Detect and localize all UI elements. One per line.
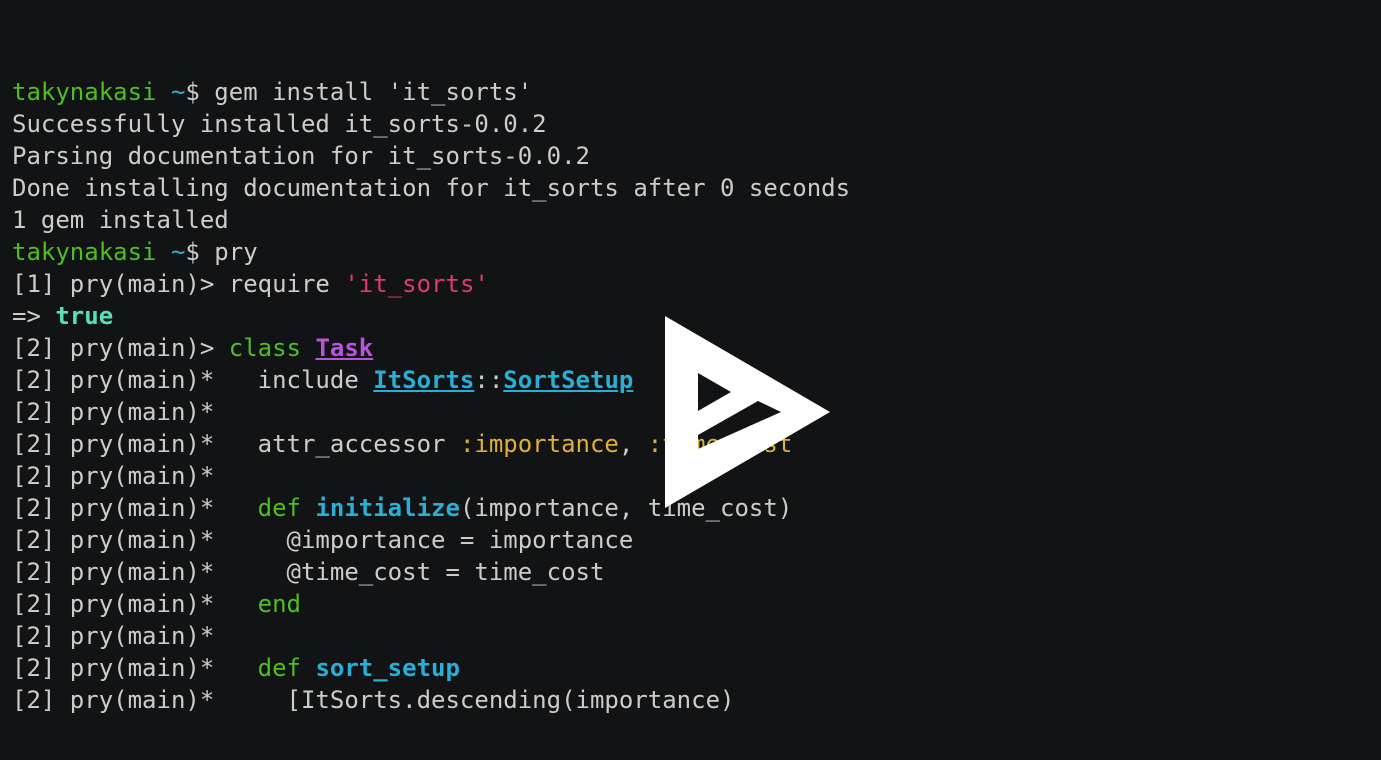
terminal-text-segment: class [228,334,316,362]
terminal-text-segment: takynakasi [12,78,171,106]
terminal-text-segment: Task [315,334,374,362]
terminal-text-segment: :: [474,366,504,394]
terminal-line: [2] pry(main)* [12,620,1381,652]
terminal-text-segment: [2] pry(main)* @importance = importance [12,526,634,554]
terminal-text-segment: [2] pry(main)* [12,462,215,490]
terminal-text-segment: [2] pry(main)* [12,590,258,618]
terminal-text-segment: takynakasi [12,238,171,266]
terminal-line: [2] pry(main)* [ItSorts.descending(impor… [12,684,1381,716]
terminal-text-segment: sort_setup [315,654,460,682]
terminal-text-segment: true [55,302,114,330]
terminal-text-segment: end [257,590,301,618]
terminal-text-segment: 'it_sorts' [344,270,489,298]
terminal-text-segment: ~ [170,78,186,106]
terminal-text-segment: def [257,494,316,522]
terminal-text-segment: def [257,654,316,682]
terminal-line: Parsing documentation for it_sorts-0.0.2 [12,140,1381,172]
terminal-text-segment: [2] pry(main)* [12,398,215,426]
terminal-text-segment: [2] pry(main)* [12,622,215,650]
terminal-text-segment: => [12,302,56,330]
terminal-text-segment: [2] pry(main)> [12,334,229,362]
terminal-line: takynakasi ~$ gem install 'it_sorts' [12,76,1381,108]
terminal-text-segment: ~ [170,238,186,266]
play-button[interactable] [607,284,830,508]
terminal-line: [2] pry(main)* end [12,588,1381,620]
terminal-text-segment: [2] pry(main)* [ItSorts.descending(impor… [12,686,735,714]
terminal-text-segment: :importance [459,430,619,458]
terminal-text-segment: [2] pry(main)* include [12,366,374,394]
terminal-text-segment: Successfully installed it_sorts-0.0.2 [12,110,547,138]
terminal-text-segment: [1] pry(main)> require [12,270,345,298]
terminal-text-segment: 1 gem installed [12,206,229,234]
terminal-line: Successfully installed it_sorts-0.0.2 [12,108,1381,140]
terminal-screen: takynakasi ~$ gem install 'it_sorts' Succ… [0,0,1381,760]
terminal-line: 1 gem installed [12,204,1381,236]
terminal-text-segment: [2] pry(main)* @time_cost = time_cost [12,558,605,586]
terminal-text-segment: initialize [315,494,460,522]
terminal-text-segment: [2] pry(main)* attr_accessor [12,430,460,458]
terminal-text-segment: [2] pry(main)* [12,494,258,522]
terminal-line: Done installing documentation for it_sor… [12,172,1381,204]
terminal-text-segment: $ gem install 'it_sorts' [185,78,533,106]
terminal-text-segment: ItSorts [373,366,475,394]
terminal-text-segment: Parsing documentation for it_sorts-0.0.2 [12,142,590,170]
terminal-line: takynakasi ~$ pry [12,236,1381,268]
terminal-text-segment: $ pry [185,238,258,266]
terminal-line: [2] pry(main)* @importance = importance [12,524,1381,556]
terminal-line: [2] pry(main)* @time_cost = time_cost [12,556,1381,588]
terminal-line: [2] pry(main)* def sort_setup [12,652,1381,684]
terminal-text-segment: Done installing documentation for it_sor… [12,174,851,202]
play-icon [664,316,830,508]
terminal-text-segment: [2] pry(main)* [12,654,258,682]
